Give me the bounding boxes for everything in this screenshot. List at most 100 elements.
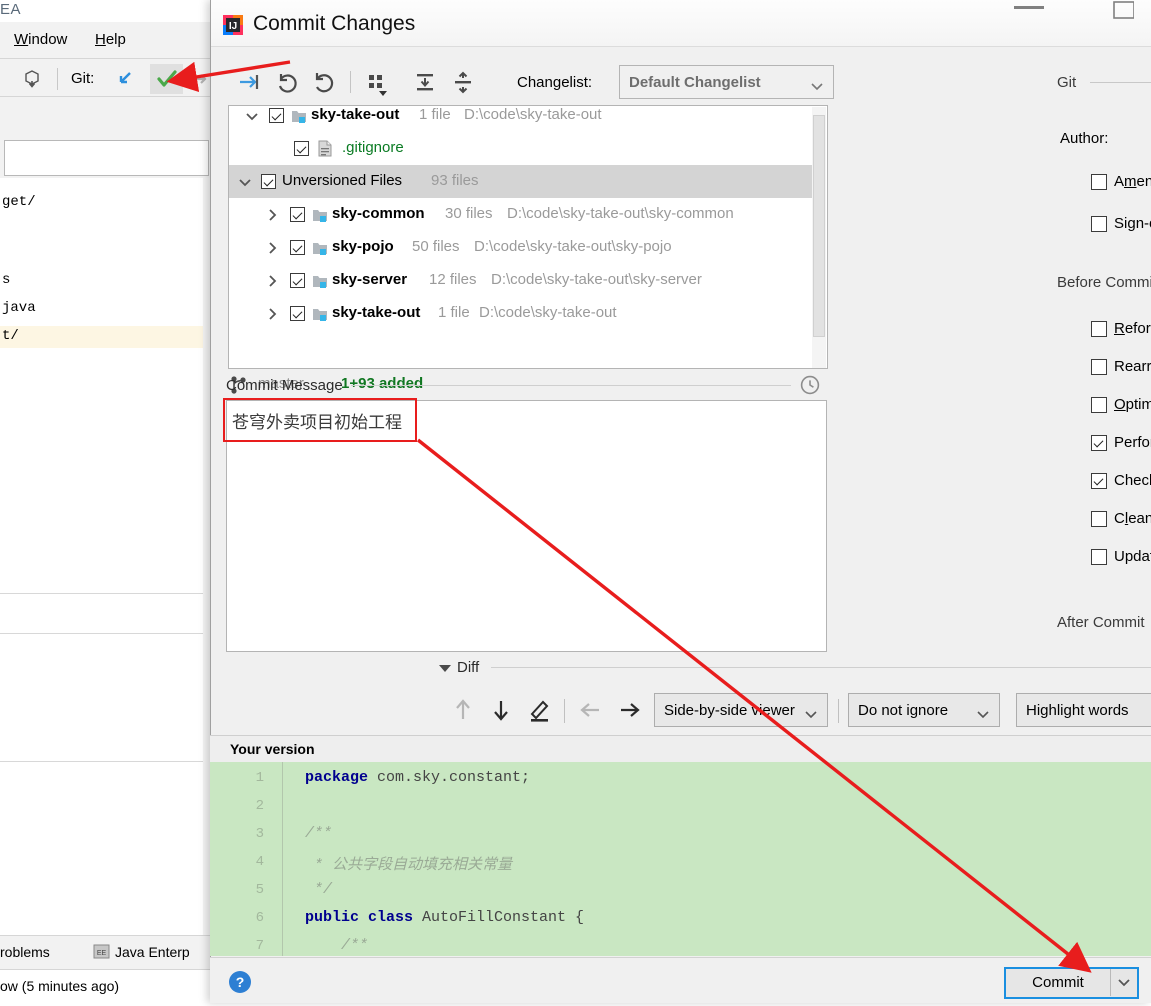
table-row[interactable]: sky-take-out 1 file D:\code\sky-take-out (229, 106, 812, 132)
row-checkbox[interactable] (269, 108, 284, 123)
row-name: Unversioned Files (282, 172, 403, 189)
show-diff-icon[interactable] (232, 65, 266, 99)
table-row[interactable]: sky-take-out 1 file D:\code\sky-take-out (229, 297, 812, 330)
viewer-mode-dropdown[interactable]: Side-by-side viewer (654, 693, 828, 727)
sign-off-commit-label: Sign-off commit (1114, 215, 1151, 232)
commit-message-value: 苍穹外卖项目初始工程 (232, 413, 402, 433)
commit-button-group[interactable]: Commit (1004, 967, 1139, 999)
editor-divider-1 (0, 593, 209, 594)
row-path: D:\code\sky-take-out (464, 106, 602, 123)
expand-twisty-icon[interactable] (264, 240, 280, 256)
table-row[interactable]: sky-pojo 50 files D:\code\sky-take-out\s… (229, 231, 812, 264)
table-row[interactable]: .gitignore (229, 132, 812, 165)
commit-changes-icon[interactable] (150, 64, 183, 94)
row-checkbox[interactable] (290, 207, 305, 222)
accept-left-icon[interactable] (574, 693, 608, 727)
changelist-dropdown[interactable]: Default Changelist (619, 65, 834, 99)
cleanup-label: Cleanup (1114, 510, 1151, 527)
row-checkbox[interactable] (290, 306, 305, 321)
diff-collapse-icon[interactable] (439, 665, 451, 672)
java-enterprise-tab[interactable]: Java Enterp (115, 944, 190, 960)
help-button[interactable]: ? (229, 971, 251, 993)
added-count-label: 1+93 added (341, 375, 424, 392)
dialog-title: Commit Changes (253, 12, 416, 35)
row-checkbox[interactable] (294, 141, 309, 156)
line-number: 7 (255, 938, 264, 954)
status-timestamp: ow (5 minutes ago) (0, 978, 120, 994)
ide-git-toolbar: Git: (0, 58, 215, 96)
git-section-title: Git (1057, 74, 1077, 91)
chevron-down-icon (805, 707, 817, 722)
java-enterprise-icon: EE (93, 943, 110, 963)
problems-tab[interactable]: roblems (0, 944, 50, 960)
ignore-mode-dropdown[interactable]: Do not ignore (848, 693, 1000, 727)
tree-vertical-scrollbar[interactable] (812, 107, 826, 368)
update-project-icon[interactable] (22, 69, 42, 92)
changes-toolbar: Changelist: Default Changelist (228, 61, 844, 103)
row-checkbox[interactable] (261, 174, 276, 189)
dialog-footer: ? Commit (210, 957, 1151, 1003)
row-count: 93 files (431, 172, 479, 189)
editor-divider-3 (0, 761, 209, 762)
editor-fragment-2: java (2, 300, 36, 316)
checkbox-box (1091, 435, 1107, 451)
line-number: 3 (255, 826, 264, 842)
expand-all-icon[interactable] (408, 65, 442, 99)
chevron-down-icon[interactable] (1110, 969, 1136, 996)
dialog-titlebar: IJ Commit Changes (211, 0, 1151, 47)
git-section-divider (1090, 82, 1151, 83)
row-count: 30 files (445, 205, 493, 222)
commit-message-input[interactable]: 苍穹外卖项目初始工程 (226, 400, 827, 652)
ide-title-text: EA (0, 1, 22, 18)
ide-menubar: Window Help (0, 22, 215, 58)
commit-button[interactable]: Commit (1006, 969, 1110, 996)
toolbar-separator (57, 68, 58, 90)
revert-icon[interactable] (270, 65, 304, 99)
menu-window-label: indow (28, 31, 68, 48)
collapse-all-icon[interactable] (446, 65, 480, 99)
collapse-twisty-icon[interactable] (237, 174, 253, 190)
edit-source-icon[interactable] (522, 693, 556, 727)
folder-icon (312, 207, 328, 223)
row-name: sky-pojo (332, 238, 394, 255)
changes-tree[interactable]: sky-take-out 1 file D:\code\sky-take-out… (228, 105, 828, 369)
refresh-icon[interactable] (308, 65, 342, 99)
table-row[interactable]: sky-server 12 files D:\code\sky-take-out… (229, 264, 812, 297)
gutter-divider (282, 762, 283, 956)
checkbox-box (1091, 549, 1107, 565)
table-row[interactable]: Unversioned Files 93 files (229, 165, 812, 198)
menu-help[interactable]: Help (95, 31, 126, 48)
diff-pane-header: Your version (210, 735, 1151, 762)
perform-code-analysis-label: Perform code analysis (1114, 434, 1151, 451)
line-number: 4 (255, 854, 264, 870)
row-path: D:\code\sky-take-out (479, 304, 617, 321)
expand-twisty-icon[interactable] (264, 273, 280, 289)
line-number: 2 (255, 798, 264, 814)
code-line: /** (305, 825, 333, 842)
update-arrow-icon[interactable] (115, 69, 135, 92)
next-difference-icon[interactable] (484, 693, 518, 727)
ide-search-box[interactable] (4, 140, 209, 176)
diff-toolbar-separator-2 (838, 699, 839, 723)
highlight-mode-dropdown[interactable]: Highlight words (1016, 693, 1151, 727)
push-icon[interactable] (190, 69, 210, 92)
group-by-icon[interactable] (360, 65, 394, 99)
previous-difference-icon[interactable] (446, 693, 480, 727)
clock-icon[interactable] (800, 375, 820, 395)
rearrange-code-label: Rearrange code (1114, 358, 1151, 375)
row-checkbox[interactable] (290, 273, 305, 288)
table-row[interactable]: sky-common 30 files D:\code\sky-take-out… (229, 198, 812, 231)
accept-right-icon[interactable] (612, 693, 646, 727)
scrollbar-thumb[interactable] (813, 115, 825, 337)
update-copyright-label: Update copyright (1114, 548, 1151, 565)
diff-code-pane[interactable]: 1 package com.sky.constant; 2 3 /** 4 * … (210, 762, 1151, 956)
reformat-code-label: Reformat code (1114, 320, 1151, 337)
row-count: 12 files (429, 271, 477, 288)
after-commit-section-title: After Commit (1057, 614, 1145, 631)
expand-twisty-icon[interactable] (264, 306, 280, 322)
row-checkbox[interactable] (290, 240, 305, 255)
expand-twisty-icon[interactable] (264, 207, 280, 223)
commit-message-section-title: Commit Message (226, 377, 343, 394)
expand-twisty-icon[interactable] (244, 108, 260, 124)
menu-window[interactable]: Window (14, 31, 67, 48)
